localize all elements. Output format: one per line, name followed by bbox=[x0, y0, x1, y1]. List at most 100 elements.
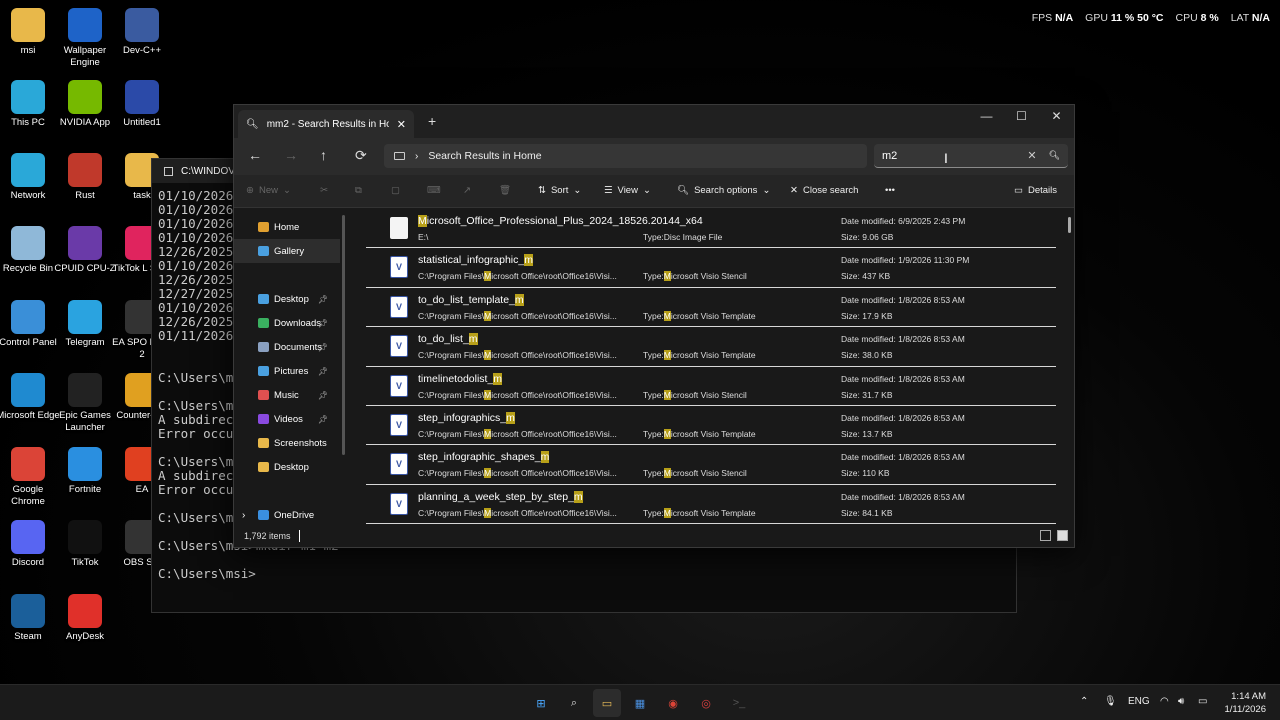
file-list-scrollbar[interactable] bbox=[1068, 217, 1071, 233]
sidebar-item-desktop[interactable]: Desktop bbox=[234, 455, 340, 479]
status-bar: 1,792 items bbox=[234, 525, 1074, 547]
forward-arrow-icon[interactable]: → bbox=[284, 147, 298, 163]
file-type: Type:Microsoft Visio Template bbox=[643, 507, 756, 518]
sidebar-item-home[interactable]: Home bbox=[234, 215, 340, 239]
sidebar-item-pictures[interactable]: Pictures 📌︎ bbox=[234, 359, 340, 383]
volume-icon[interactable]: 🔊︎ bbox=[1178, 696, 1184, 707]
file-path: E:\ bbox=[418, 232, 429, 242]
file-type: Type:Microsoft Visio Template bbox=[643, 310, 756, 321]
file-path: C:\Program Files\Microsoft Office\root\O… bbox=[418, 468, 617, 479]
file-type: Type:Microsoft Visio Stencil bbox=[643, 389, 747, 400]
search-icon[interactable]: ⌕ bbox=[564, 693, 584, 713]
address-bar[interactable]: › Search Results in Home bbox=[384, 144, 867, 168]
up-arrow-icon[interactable]: ↑ bbox=[320, 147, 327, 163]
new-tab-button[interactable]: + bbox=[428, 113, 436, 129]
search-icon[interactable]: 🔍︎ bbox=[1049, 150, 1060, 161]
desktop-icon[interactable]: Untitled1 bbox=[109, 80, 175, 129]
file-name: to_do_list_m bbox=[418, 333, 478, 346]
details-button[interactable]: ▭ Details bbox=[1014, 185, 1057, 196]
file-row[interactable]: Vstep_infographic_shapes_m C:\Program Fil… bbox=[366, 445, 1056, 485]
language-indicator[interactable]: ENG bbox=[1128, 696, 1150, 707]
chevron-right-icon[interactable]: › bbox=[415, 151, 418, 162]
cut-icon[interactable]: ✂ bbox=[320, 185, 328, 196]
microphone-icon[interactable]: 🎙︎ bbox=[1104, 696, 1117, 707]
sidebar-item-screenshots[interactable]: Screenshots bbox=[234, 431, 340, 455]
folder-icon bbox=[258, 462, 269, 472]
search-options-button[interactable]: 🔍︎ Search options ⌄ bbox=[677, 185, 770, 196]
sidebar-item-downloads[interactable]: Downloads 📌︎ bbox=[234, 311, 340, 335]
file-date-modified: Date modified: 1/8/2026 8:53 AM bbox=[841, 334, 965, 345]
sort-button[interactable]: ⇅ Sort ⌄ bbox=[538, 185, 581, 196]
sidebar-item-label: Desktop bbox=[274, 461, 309, 473]
close-search-button[interactable]: ✕ Close search bbox=[790, 185, 858, 196]
file-name: to_do_list_template_m bbox=[418, 293, 524, 306]
file-explorer-window[interactable]: 🔍︎ mm2 - Search Results in Hom ✕ + — ☐ ✕… bbox=[233, 104, 1075, 548]
breadcrumb-search-results[interactable]: Search Results in Home bbox=[428, 150, 541, 162]
close-window-button[interactable]: ✕ bbox=[1039, 105, 1074, 127]
file-row[interactable]: Vstep_infographics_m C:\Program Files\Mic… bbox=[366, 406, 1056, 446]
nvidia-icon bbox=[68, 80, 102, 114]
sidebar-item-videos[interactable]: Videos 📌︎ bbox=[234, 407, 340, 431]
terminal-line: C:\Users\msi> bbox=[158, 566, 256, 581]
sidebar-item-label: Videos bbox=[274, 413, 303, 425]
back-arrow-icon[interactable]: ← bbox=[248, 147, 262, 163]
music-icon bbox=[258, 390, 269, 400]
search-input[interactable]: m2 ✕ 🔍︎ bbox=[874, 144, 1068, 168]
sidebar-item-desktop[interactable]: Desktop 📌︎ bbox=[234, 287, 340, 311]
videos-icon bbox=[258, 414, 269, 424]
share-icon[interactable]: ↗ bbox=[463, 185, 471, 196]
sidebar-item-documents[interactable]: Documents 📌︎ bbox=[234, 335, 340, 359]
terminal-title: C:\WINDOV bbox=[181, 165, 235, 177]
battery-icon[interactable]: ▭ bbox=[1198, 696, 1207, 707]
microsoft-store-icon[interactable]: ▦ bbox=[630, 693, 650, 713]
paste-icon[interactable]: ▢ bbox=[391, 185, 400, 196]
file-date-modified: Date modified: 1/8/2026 8:53 AM bbox=[841, 452, 965, 463]
file-row[interactable]: Microsoft_Office_Professional_Plus_2024_… bbox=[366, 209, 1056, 249]
sidebar-scrollbar[interactable] bbox=[342, 215, 345, 455]
refresh-icon[interactable]: ⟳ bbox=[355, 147, 367, 164]
terminal-icon[interactable]: >_ bbox=[729, 693, 749, 713]
desktop-icon-label: Dev-C++ bbox=[122, 45, 161, 56]
delete-icon[interactable]: 🗑︎ bbox=[499, 185, 511, 196]
windows-start-icon[interactable]: ⊞ bbox=[531, 693, 551, 713]
file-row[interactable]: Vstatistical_infographic_m C:\Program Fil… bbox=[366, 248, 1056, 288]
sidebar-item-label: Gallery bbox=[274, 245, 305, 257]
minimize-button[interactable]: — bbox=[969, 105, 1004, 127]
file-row[interactable]: Vplanning_a_week_step_by_step_m C:\Progra… bbox=[366, 485, 1056, 525]
tab-search-results[interactable]: 🔍︎ mm2 - Search Results in Hom ✕ bbox=[238, 110, 414, 138]
close-tab-icon[interactable]: ✕ bbox=[397, 118, 406, 131]
view-button[interactable]: ☰ View ⌄ bbox=[604, 185, 651, 196]
chevron-up-icon[interactable]: ⌃ bbox=[1080, 696, 1088, 707]
search-match-highlight: M bbox=[418, 215, 427, 227]
tiles-view-icon[interactable] bbox=[1057, 530, 1068, 541]
desktop-icon[interactable]: AnyDesk bbox=[52, 594, 118, 643]
file-row[interactable]: Vtimelinetodolist_m C:\Program Files\Micr… bbox=[366, 367, 1056, 406]
file-row[interactable]: Vto_do_list_template_m C:\Program Files\M… bbox=[366, 288, 1056, 328]
sidebar-item-onedrive[interactable]: › OneDrive bbox=[234, 503, 340, 527]
home-icon bbox=[258, 222, 269, 232]
clock[interactable]: 1:14 AM 1/11/2026 bbox=[1224, 690, 1266, 716]
more-options-icon[interactable]: ••• bbox=[885, 185, 895, 196]
file-row[interactable]: Vto_do_list_m C:\Program Files\Microsoft … bbox=[366, 327, 1056, 367]
terminal-icon bbox=[164, 166, 173, 176]
chrome-icon[interactable]: ◉ bbox=[663, 693, 683, 713]
search-input-value[interactable]: m2 bbox=[882, 150, 1027, 162]
new-button[interactable]: ⊕ New ⌄ bbox=[246, 185, 291, 196]
chevron-right-icon[interactable]: › bbox=[242, 510, 245, 521]
clear-search-icon[interactable]: ✕ bbox=[1027, 149, 1036, 162]
obs-icon[interactable]: ◎ bbox=[696, 693, 716, 713]
sidebar-item-gallery[interactable]: Gallery bbox=[234, 239, 340, 263]
pin-icon: 📌︎ bbox=[317, 318, 328, 328]
file-date-modified: Date modified: 6/9/2025 2:43 PM bbox=[841, 216, 966, 226]
clock-date: 1/11/2026 bbox=[1224, 704, 1266, 715]
details-view-icon[interactable] bbox=[1040, 530, 1051, 541]
maximize-button[interactable]: ☐ bbox=[1004, 105, 1039, 127]
rename-icon[interactable]: ⌨ bbox=[427, 185, 441, 196]
desktop-icon-label: Untitled1 bbox=[123, 117, 161, 128]
copy-icon[interactable]: ⧉ bbox=[355, 185, 362, 196]
sidebar-item-music[interactable]: Music 📌︎ bbox=[234, 383, 340, 407]
rust-icon bbox=[68, 153, 102, 187]
wifi-icon[interactable]: ◠ bbox=[1160, 696, 1169, 707]
visio-icon: V bbox=[390, 295, 408, 318]
desktop-icon[interactable]: Dev-C++ bbox=[109, 8, 175, 57]
